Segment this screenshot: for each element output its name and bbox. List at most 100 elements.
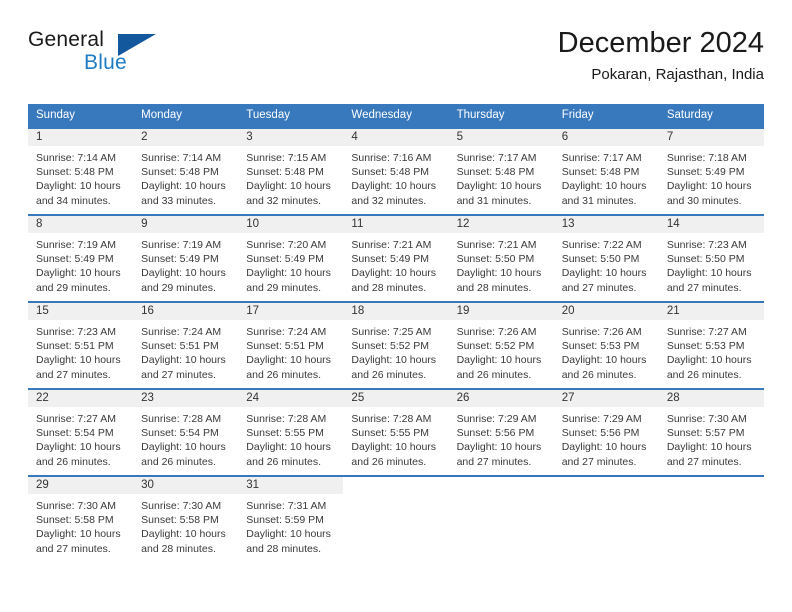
day-cell[interactable]: 27 Sunrise: 7:29 AM Sunset: 5:56 PM Dayl… [553, 390, 659, 475]
day-cell[interactable]: 29 Sunrise: 7:30 AM Sunset: 5:58 PM Dayl… [28, 477, 134, 562]
day-cell[interactable]: 18 Sunrise: 7:25 AM Sunset: 5:52 PM Dayl… [343, 303, 449, 388]
day-cell[interactable]: 28 Sunrise: 7:30 AM Sunset: 5:57 PM Dayl… [658, 390, 764, 475]
day-details: Sunrise: 7:30 AM Sunset: 5:57 PM Dayligh… [659, 408, 764, 469]
day-number: 8 [36, 218, 43, 230]
day-cell[interactable]: 30 Sunrise: 7:30 AM Sunset: 5:58 PM Dayl… [133, 477, 239, 562]
day-number: 3 [246, 131, 253, 143]
sunset-line: Sunset: 5:58 PM [36, 514, 114, 527]
daylight-line-1: Daylight: 10 hours [351, 354, 437, 367]
day-details: Sunrise: 7:17 AM Sunset: 5:48 PM Dayligh… [554, 147, 659, 208]
day-number-band: 15 [28, 303, 134, 321]
daylight-line-2: and 33 minutes. [141, 194, 216, 207]
daylight-line-2: and 31 minutes. [561, 194, 637, 207]
day-cell-empty [658, 477, 764, 562]
day-cell[interactable]: 11 Sunrise: 7:21 AM Sunset: 5:49 PM Dayl… [343, 216, 449, 301]
day-cell[interactable]: 9 Sunrise: 7:19 AM Sunset: 5:49 PM Dayli… [133, 216, 239, 301]
sunrise-line: Sunrise: 7:28 AM [246, 413, 327, 425]
daylight-line-1: Daylight: 10 hours [561, 267, 647, 280]
day-cell[interactable]: 4 Sunrise: 7:16 AM Sunset: 5:48 PM Dayli… [343, 129, 449, 214]
day-cell[interactable]: 5 Sunrise: 7:17 AM Sunset: 5:48 PM Dayli… [448, 129, 554, 214]
day-cell[interactable]: 19 Sunrise: 7:26 AM Sunset: 5:52 PM Dayl… [448, 303, 554, 388]
day-number: 23 [141, 392, 154, 404]
day-number: 9 [141, 218, 148, 230]
day-number-band: 5 [448, 129, 554, 147]
weekday-header-monday: Monday [141, 109, 183, 121]
day-number-band: 21 [658, 303, 764, 321]
daylight-line-2: and 32 minutes. [351, 194, 427, 207]
sunrise-line: Sunrise: 7:24 AM [246, 326, 327, 338]
day-cell[interactable]: 22 Sunrise: 7:27 AM Sunset: 5:54 PM Dayl… [28, 390, 134, 475]
day-details: Sunrise: 7:31 AM Sunset: 5:59 PM Dayligh… [238, 495, 343, 556]
daylight-line-1: Daylight: 10 hours [141, 267, 226, 280]
day-number-band: 7 [658, 129, 764, 147]
sunrise-line: Sunrise: 7:25 AM [351, 326, 432, 338]
sunrise-line: Sunrise: 7:31 AM [246, 500, 327, 512]
day-cell[interactable]: 31 Sunrise: 7:31 AM Sunset: 5:59 PM Dayl… [238, 477, 344, 562]
day-number-band: 23 [133, 390, 239, 408]
day-number: 7 [666, 131, 674, 143]
daylight-line-1: Daylight: 10 hours [351, 441, 437, 454]
day-cell[interactable]: 25 Sunrise: 7:28 AM Sunset: 5:55 PM Dayl… [343, 390, 449, 475]
day-number: 2 [141, 131, 148, 143]
day-number-band: 6 [553, 129, 659, 147]
day-number-band: 31 [238, 477, 344, 495]
day-cell[interactable]: 23 Sunrise: 7:28 AM Sunset: 5:54 PM Dayl… [133, 390, 239, 475]
daylight-line-1: Daylight: 10 hours [36, 354, 121, 367]
day-cell[interactable]: 16 Sunrise: 7:24 AM Sunset: 5:51 PM Dayl… [133, 303, 239, 388]
day-cell[interactable]: 24 Sunrise: 7:28 AM Sunset: 5:55 PM Dayl… [238, 390, 344, 475]
calendar-page: General Blue December 2024 Pokaran, Raja… [0, 0, 792, 612]
day-number: 15 [36, 305, 49, 317]
day-cell[interactable]: 8 Sunrise: 7:19 AM Sunset: 5:49 PM Dayli… [28, 216, 134, 301]
daylight-line-1: Daylight: 10 hours [36, 528, 121, 541]
weekday-header-sunday: Sunday [36, 109, 76, 121]
sunrise-line: Sunrise: 7:28 AM [351, 413, 432, 425]
day-number-band: 19 [448, 303, 554, 321]
day-cell[interactable]: 17 Sunrise: 7:24 AM Sunset: 5:51 PM Dayl… [238, 303, 344, 388]
day-cell[interactable]: 2 Sunrise: 7:14 AM Sunset: 5:48 PM Dayli… [133, 129, 239, 214]
weekday-header-friday: Friday [561, 109, 594, 121]
sunset-line: Sunset: 5:48 PM [561, 166, 640, 179]
daylight-line-1: Daylight: 10 hours [246, 528, 331, 541]
day-cell[interactable]: 10 Sunrise: 7:20 AM Sunset: 5:49 PM Dayl… [238, 216, 344, 301]
daylight-line-2: and 27 minutes. [36, 368, 111, 381]
day-cell[interactable]: 26 Sunrise: 7:29 AM Sunset: 5:56 PM Dayl… [448, 390, 554, 475]
sunrise-line: Sunrise: 7:21 AM [351, 239, 432, 251]
day-cell[interactable]: 1 Sunrise: 7:14 AM Sunset: 5:48 PM Dayli… [28, 129, 134, 214]
day-cell[interactable]: 6 Sunrise: 7:17 AM Sunset: 5:48 PM Dayli… [553, 129, 659, 214]
day-number-band: 12 [448, 216, 554, 234]
daylight-line-1: Daylight: 10 hours [246, 354, 331, 367]
day-cell[interactable]: 7 Sunrise: 7:18 AM Sunset: 5:49 PM Dayli… [658, 129, 764, 214]
day-details: Sunrise: 7:26 AM Sunset: 5:52 PM Dayligh… [449, 321, 554, 382]
brand-logo[interactable]: General Blue [28, 28, 248, 80]
week-row: 1 Sunrise: 7:14 AM Sunset: 5:48 PM Dayli… [28, 127, 764, 214]
sunrise-line: Sunrise: 7:16 AM [351, 152, 432, 164]
day-details: Sunrise: 7:23 AM Sunset: 5:51 PM Dayligh… [28, 321, 133, 382]
daylight-line-2: and 28 minutes. [351, 281, 427, 294]
day-details: Sunrise: 7:29 AM Sunset: 5:56 PM Dayligh… [449, 408, 554, 469]
day-number: 28 [666, 392, 680, 404]
sunrise-line: Sunrise: 7:17 AM [456, 152, 537, 164]
day-details: Sunrise: 7:24 AM Sunset: 5:51 PM Dayligh… [238, 321, 343, 382]
daylight-line-2: and 29 minutes. [141, 281, 216, 294]
day-cell[interactable]: 3 Sunrise: 7:15 AM Sunset: 5:48 PM Dayli… [238, 129, 344, 214]
day-number-band: 3 [238, 129, 344, 147]
daylight-line-2: and 28 minutes. [246, 542, 321, 555]
daylight-line-2: and 30 minutes. [666, 194, 742, 207]
day-number-band: 26 [448, 390, 554, 408]
day-details: Sunrise: 7:19 AM Sunset: 5:49 PM Dayligh… [28, 234, 133, 295]
sunset-line: Sunset: 5:59 PM [246, 514, 324, 527]
day-cell[interactable]: 14 Sunrise: 7:23 AM Sunset: 5:50 PM Dayl… [658, 216, 764, 301]
day-number-band [343, 477, 449, 495]
daylight-line-1: Daylight: 10 hours [666, 180, 752, 193]
day-cell[interactable]: 21 Sunrise: 7:27 AM Sunset: 5:53 PM Dayl… [658, 303, 764, 388]
sunset-line: Sunset: 5:48 PM [246, 166, 324, 179]
sunset-line: Sunset: 5:55 PM [351, 427, 430, 440]
daylight-line-2: and 26 minutes. [456, 368, 532, 381]
day-number-band: 2 [133, 129, 239, 147]
day-cell[interactable]: 15 Sunrise: 7:23 AM Sunset: 5:51 PM Dayl… [28, 303, 134, 388]
day-details: Sunrise: 7:28 AM Sunset: 5:54 PM Dayligh… [133, 408, 238, 469]
day-cell[interactable]: 12 Sunrise: 7:21 AM Sunset: 5:50 PM Dayl… [448, 216, 554, 301]
day-number: 27 [561, 392, 575, 404]
day-cell[interactable]: 13 Sunrise: 7:22 AM Sunset: 5:50 PM Dayl… [553, 216, 659, 301]
day-cell[interactable]: 20 Sunrise: 7:26 AM Sunset: 5:53 PM Dayl… [553, 303, 659, 388]
